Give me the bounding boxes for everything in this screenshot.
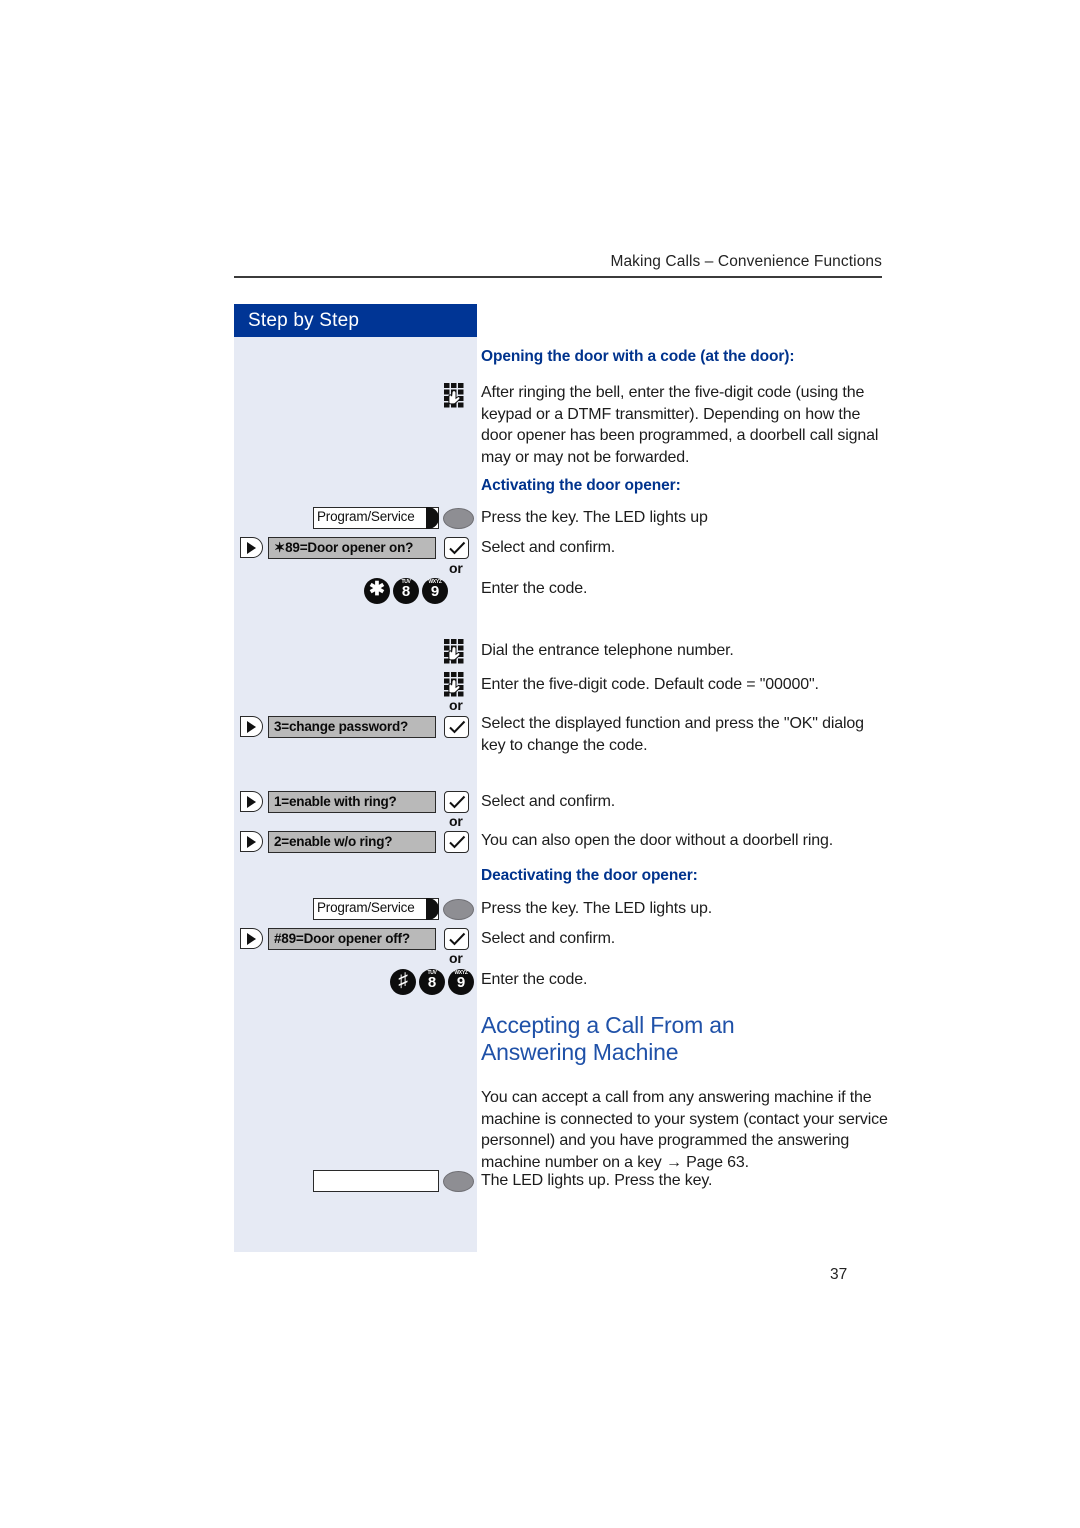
paragraph-accepting-call: You can accept a call from any answering… [481, 1089, 888, 1171]
heading-deactivating-door-opener: Deactivating the door opener: [481, 867, 698, 884]
text-enter-the-code-1: Enter the code. [481, 580, 588, 597]
display-row-enable-without-ring[interactable]: 2=enable w/o ring? [268, 831, 436, 853]
digit-key-9[interactable]: WXYZ 9 [422, 578, 448, 604]
or-separator-3: or [449, 813, 463, 829]
digit-key-main-label: 8 [427, 974, 437, 991]
digit-key-hash[interactable]: ♯ [390, 969, 416, 995]
text-press-key-led-up-2: Press the key. The LED lights up. [481, 900, 713, 917]
program-service-key-1[interactable]: Program/Service [313, 507, 474, 531]
text-select-and-confirm-1: Select and confirm. [481, 539, 616, 556]
key-led-indicator [443, 899, 474, 920]
text-led-lights-press-key: The LED lights up. Press the key. [481, 1172, 713, 1189]
display-row-enable-with-ring[interactable]: 1=enable with ring? [268, 791, 436, 813]
digit-key-main-label: ♯ [398, 970, 408, 991]
text-dial-entrance-number: Dial the entrance telephone number. [481, 642, 734, 659]
dialog-arrow-key-4[interactable] [240, 831, 263, 852]
or-separator-1: or [449, 560, 463, 576]
running-header: Making Calls – Convenience Functions [610, 253, 882, 270]
display-row-text: 3=change password? [274, 719, 409, 734]
ok-confirm-key-4[interactable] [444, 831, 469, 853]
ok-confirm-key-2[interactable] [444, 716, 469, 738]
digit-key-main-label: 9 [456, 974, 466, 991]
text-select-and-confirm-3: Select and confirm. [481, 930, 616, 947]
dialog-arrow-key-2[interactable] [240, 716, 263, 737]
digit-key-asterisk[interactable]: ✱ [364, 578, 390, 604]
program-service-key-2[interactable]: Program/Service [313, 898, 474, 922]
or-separator-4: or [449, 950, 463, 966]
step-by-step-sidebar [234, 304, 477, 1252]
keypad-hand-icon-dial [443, 638, 467, 668]
text-open-door-without-ring: You can also open the door without a doo… [481, 832, 834, 849]
answering-machine-key[interactable] [313, 1170, 474, 1194]
display-row-text: ✶89=Door opener on? [274, 540, 414, 555]
text-press-key-led-up: Press the key. The LED lights up [481, 509, 708, 526]
display-row-door-opener-off[interactable]: #89=Door opener off? [268, 928, 436, 950]
text-enter-five-digit-default-code: Enter the five-digit code. Default code … [481, 676, 819, 693]
page-number: 37 [830, 1266, 848, 1283]
ok-confirm-key-1[interactable] [444, 537, 469, 559]
header-rule [234, 276, 882, 278]
digit-key-main-label: ✱ [369, 579, 385, 600]
dialog-arrow-key-5[interactable] [240, 928, 263, 949]
keypad-hand-icon [443, 382, 467, 412]
display-row-change-password[interactable]: 3=change password? [268, 716, 436, 738]
digit-key-8[interactable]: TUV 8 [393, 578, 419, 604]
digit-key-9-off[interactable]: WXYZ 9 [448, 969, 474, 995]
paragraph-after-ringing: After ringing the bell, enter the five-d… [481, 384, 879, 466]
sidebar-title: Step by Step [248, 310, 360, 331]
display-row-text: #89=Door opener off? [274, 931, 410, 946]
program-service-key-label-1: Program/Service [317, 509, 415, 524]
text-select-displayed-function: Select the displayed function and press … [481, 715, 864, 754]
digit-key-main-label: 9 [430, 583, 440, 600]
ok-confirm-key-5[interactable] [444, 928, 469, 950]
key-label-box [313, 1170, 439, 1192]
section-title-accepting-call: Accepting a Call From an Answering Machi… [481, 1012, 735, 1065]
heading-activating-door-opener: Activating the door opener: [481, 477, 681, 494]
manual-page: Making Calls – Convenience Functions Ste… [0, 0, 1080, 1528]
display-row-door-opener-on[interactable]: ✶89=Door opener on? [268, 537, 436, 559]
key-led-indicator [443, 508, 474, 529]
display-row-text: 1=enable with ring? [274, 794, 397, 809]
key-led-indicator [443, 1171, 474, 1192]
text-enter-the-code-2: Enter the code. [481, 971, 588, 988]
heading-opening-door: Opening the door with a code (at the doo… [481, 348, 795, 365]
display-row-text: 2=enable w/o ring? [274, 834, 393, 849]
or-separator-2: or [449, 697, 463, 713]
dialog-arrow-key-1[interactable] [240, 537, 263, 558]
digit-key-main-label: 8 [401, 583, 411, 600]
dialog-arrow-key-3[interactable] [240, 791, 263, 812]
digit-key-8-off[interactable]: TUV 8 [419, 969, 445, 995]
text-select-and-confirm-2: Select and confirm. [481, 793, 616, 810]
program-service-key-label-2: Program/Service [317, 900, 415, 915]
ok-confirm-key-3[interactable] [444, 791, 469, 813]
